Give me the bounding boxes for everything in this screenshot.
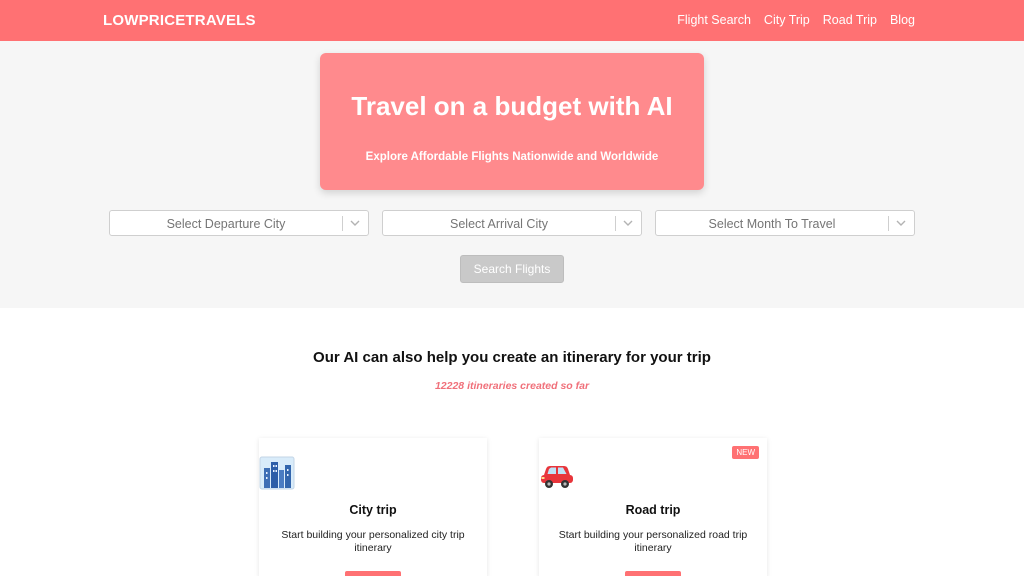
- select-separator: [888, 216, 889, 231]
- navbar: LOWPRICETRAVELS Flight Search City Trip …: [0, 0, 1024, 41]
- city-trip-start-button[interactable]: [345, 571, 401, 576]
- hero-subtitle: Explore Affordable Flights Nationwide an…: [365, 151, 659, 163]
- car-icon: [541, 466, 573, 488]
- chevron-down-icon[interactable]: [622, 216, 634, 230]
- departure-city-placeholder: Select Departure City: [166, 217, 286, 231]
- chevron-down-icon[interactable]: [349, 216, 361, 230]
- city-skyline-icon: [259, 456, 295, 490]
- road-trip-card[interactable]: NEW Road trip Start building your person…: [539, 438, 767, 576]
- select-separator: [615, 216, 616, 231]
- hero-section: Travel on a budget with AI Explore Affor…: [0, 41, 1024, 308]
- itinerary-heading: Our AI can also help you create an itine…: [313, 349, 711, 366]
- road-trip-start-button[interactable]: [625, 571, 681, 576]
- brand-logo[interactable]: LOWPRICETRAVELS: [103, 12, 256, 29]
- nav-flight-search[interactable]: Flight Search: [677, 13, 751, 27]
- select-separator: [342, 216, 343, 231]
- hero-banner: Travel on a budget with AI Explore Affor…: [320, 53, 704, 190]
- arrival-city-select[interactable]: Select Arrival City: [382, 210, 642, 236]
- departure-city-select[interactable]: Select Departure City: [109, 210, 369, 236]
- road-trip-description: Start building your personalized road tr…: [558, 529, 748, 554]
- chevron-down-icon[interactable]: [895, 216, 907, 230]
- nav-links: Flight Search City Trip Road Trip Blog: [677, 13, 915, 27]
- city-trip-title: City trip: [349, 503, 397, 517]
- itinerary-count: 12228 itineraries created so far: [434, 380, 590, 392]
- arrival-city-placeholder: Select Arrival City: [450, 217, 548, 231]
- nav-road-trip[interactable]: Road Trip: [823, 13, 877, 27]
- travel-month-placeholder: Select Month To Travel: [708, 217, 836, 231]
- nav-blog[interactable]: Blog: [890, 13, 915, 27]
- hero-title: Travel on a budget with AI: [351, 91, 673, 121]
- nav-city-trip[interactable]: City Trip: [764, 13, 810, 27]
- city-trip-card[interactable]: City trip Start building your personaliz…: [259, 438, 487, 576]
- search-flights-button[interactable]: Search Flights: [460, 255, 564, 283]
- new-badge: NEW: [732, 446, 759, 459]
- road-trip-title: Road trip: [625, 503, 681, 517]
- city-trip-description: Start building your personalized city tr…: [281, 529, 465, 554]
- travel-month-select[interactable]: Select Month To Travel: [655, 210, 915, 236]
